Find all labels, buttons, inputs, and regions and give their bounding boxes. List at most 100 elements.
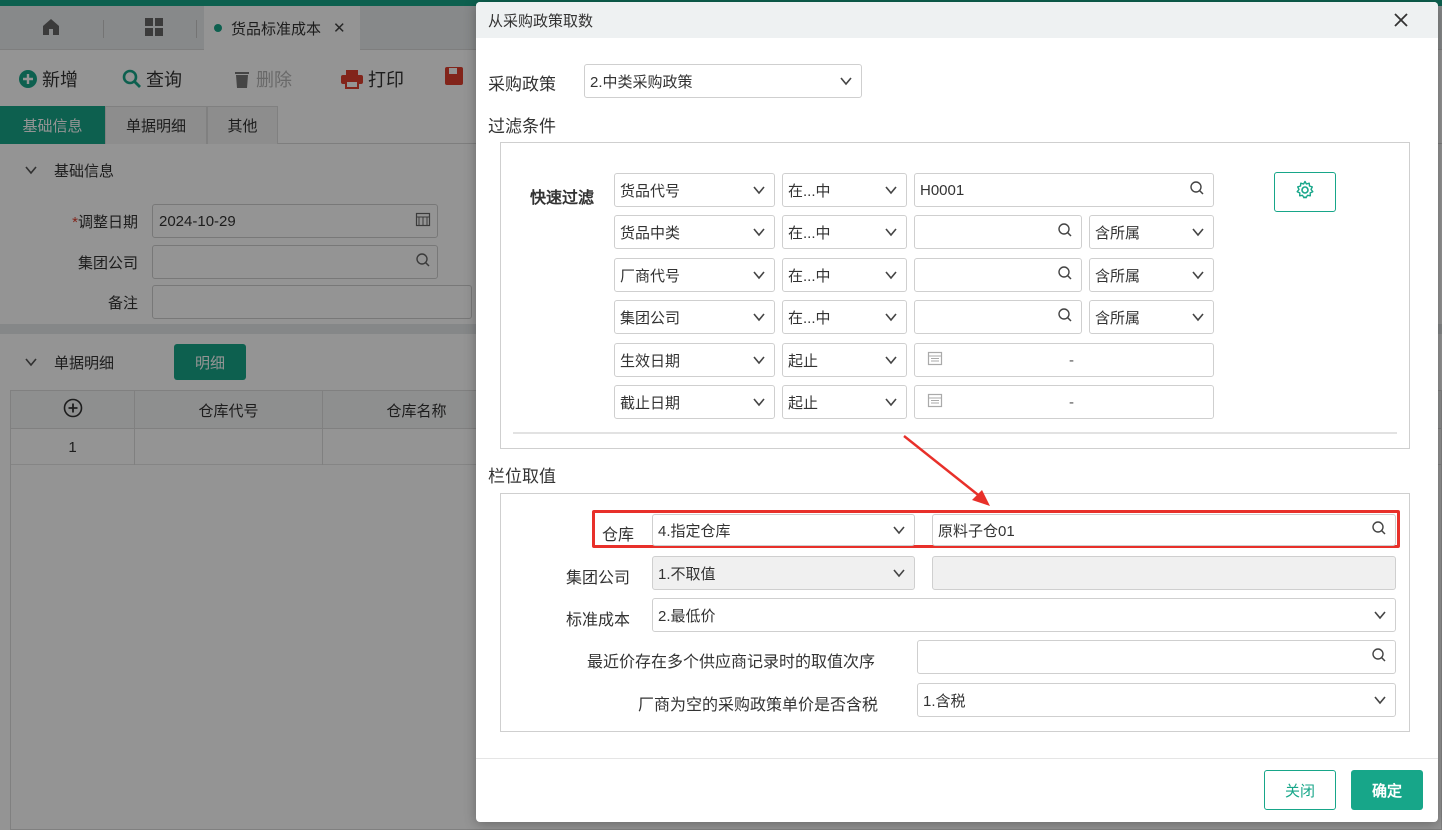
chevron-down-icon — [752, 224, 766, 241]
tax-label: 厂商为空的采购政策单价是否含税 — [638, 697, 879, 714]
search-icon[interactable] — [1371, 520, 1387, 540]
filter-field-select[interactable]: 截止日期 — [614, 385, 775, 419]
chevron-down-icon — [1373, 607, 1387, 624]
filter-value-input[interactable]: H0001 — [914, 173, 1214, 207]
warehouse-mode-value: 4.指定仓库 — [658, 522, 731, 540]
tax-select[interactable]: 1.含税 — [917, 683, 1396, 717]
chevron-down-icon — [884, 394, 898, 411]
chevron-down-icon — [1191, 267, 1205, 284]
range-separator: - — [1069, 393, 1074, 411]
filter-field-select[interactable]: 集团公司 — [614, 300, 775, 334]
filter-op-value: 在...中 — [788, 224, 831, 242]
calendar-icon — [927, 392, 943, 412]
chevron-down-icon — [1191, 309, 1205, 326]
chevron-down-icon — [752, 352, 766, 369]
filter-field-value: 截止日期 — [620, 394, 681, 412]
std-cost-select[interactable]: 2.最低价 — [652, 598, 1396, 632]
chevron-down-icon — [752, 267, 766, 284]
group-mode-select[interactable]: 1.不取值 — [652, 556, 915, 590]
calendar-icon — [927, 350, 943, 370]
search-icon[interactable] — [1189, 180, 1205, 200]
filter-value-input[interactable] — [914, 215, 1082, 249]
chevron-down-icon — [1191, 224, 1205, 241]
tax-value: 1.含税 — [923, 692, 966, 710]
dialog-title: 从采购政策取数 — [488, 12, 594, 30]
filter-op-select[interactable]: 在...中 — [782, 215, 907, 249]
filter-field-value: 货品中类 — [620, 224, 681, 242]
filter-op-select[interactable]: 起止 — [782, 385, 907, 419]
filter-scope-value: 含所属 — [1095, 224, 1141, 242]
search-icon[interactable] — [1057, 222, 1073, 242]
group-company-field-label: 集团公司 — [566, 570, 631, 587]
footer-divider — [476, 758, 1438, 759]
filter-field-select[interactable]: 货品中类 — [614, 215, 775, 249]
gear-icon — [1295, 180, 1315, 204]
filter-field-select[interactable]: 货品代号 — [614, 173, 775, 207]
purchase-policy-dialog: 从采购政策取数 采购政策 2.中类采购政策 过滤条件 快速过滤 货品代号 在..… — [476, 2, 1438, 822]
filter-field-value: 厂商代号 — [620, 267, 681, 285]
filter-op-value: 在...中 — [788, 267, 831, 285]
chevron-down-icon — [884, 309, 898, 326]
policy-select[interactable]: 2.中类采购政策 — [584, 64, 862, 98]
filter-value-input[interactable] — [914, 258, 1082, 292]
chevron-down-icon — [884, 267, 898, 284]
search-icon[interactable] — [1057, 265, 1073, 285]
annotation-arrow-icon — [903, 435, 990, 506]
filter-label: 过滤条件 — [488, 117, 556, 136]
chevron-down-icon — [752, 309, 766, 326]
filter-op-select[interactable]: 起止 — [782, 343, 907, 377]
filter-scope-select[interactable]: 含所属 — [1089, 215, 1214, 249]
search-icon[interactable] — [1371, 647, 1387, 667]
policy-label: 采购政策 — [488, 75, 556, 94]
recent-price-input[interactable] — [917, 640, 1396, 674]
filter-field-select[interactable]: 生效日期 — [614, 343, 775, 377]
chevron-down-icon — [892, 565, 906, 582]
filter-field-value: 货品代号 — [620, 182, 681, 200]
chevron-down-icon — [752, 182, 766, 199]
std-cost-value: 2.最低价 — [658, 607, 716, 625]
filter-op-select[interactable]: 在...中 — [782, 300, 907, 334]
dialog-header: 从采购政策取数 — [476, 2, 1438, 38]
column-values-label: 栏位取值 — [488, 467, 556, 486]
confirm-button[interactable]: 确定 — [1351, 770, 1423, 810]
chevron-down-icon — [884, 224, 898, 241]
filter-scope-select[interactable]: 含所属 — [1089, 300, 1214, 334]
warehouse-mode-select[interactable]: 4.指定仓库 — [652, 514, 915, 546]
filter-value-input[interactable] — [914, 300, 1082, 334]
filter-field-value: 集团公司 — [620, 309, 681, 327]
recent-price-label: 最近价存在多个供应商记录时的取值次序 — [587, 654, 876, 671]
std-cost-label: 标准成本 — [566, 612, 631, 629]
chevron-down-icon — [892, 522, 906, 539]
policy-value: 2.中类采购政策 — [590, 73, 693, 91]
filter-op-value: 在...中 — [788, 182, 831, 200]
filter-settings-button[interactable] — [1274, 172, 1336, 212]
group-mode-value: 1.不取值 — [658, 565, 716, 583]
chevron-down-icon — [1373, 692, 1387, 709]
quick-filter-label: 快速过滤 — [530, 190, 595, 207]
warehouse-value: 原料子仓01 — [938, 522, 1015, 540]
warehouse-value-input[interactable]: 原料子仓01 — [932, 514, 1396, 546]
filter-op-select[interactable]: 在...中 — [782, 173, 907, 207]
filter-field-value: 生效日期 — [620, 352, 681, 370]
close-button[interactable]: 关闭 — [1264, 770, 1336, 810]
filter-scope-select[interactable]: 含所属 — [1089, 258, 1214, 292]
filter-scope-value: 含所属 — [1095, 309, 1141, 327]
search-icon[interactable] — [1057, 307, 1073, 327]
chevron-down-icon — [839, 73, 853, 90]
chevron-down-icon — [884, 352, 898, 369]
filter-op-value: 起止 — [788, 352, 819, 370]
filter-op-value: 起止 — [788, 394, 819, 412]
warehouse-label: 仓库 — [602, 527, 635, 544]
close-icon[interactable] — [1390, 9, 1412, 31]
chevron-down-icon — [752, 394, 766, 411]
range-separator: - — [1069, 351, 1074, 369]
date-range-input[interactable]: - — [914, 385, 1214, 419]
filter-value: H0001 — [920, 181, 965, 199]
filter-op-select[interactable]: 在...中 — [782, 258, 907, 292]
chevron-down-icon — [884, 182, 898, 199]
filter-op-value: 在...中 — [788, 309, 831, 327]
filter-field-select[interactable]: 厂商代号 — [614, 258, 775, 292]
group-value-input — [932, 556, 1396, 590]
filter-scope-value: 含所属 — [1095, 267, 1141, 285]
date-range-input[interactable]: - — [914, 343, 1214, 377]
